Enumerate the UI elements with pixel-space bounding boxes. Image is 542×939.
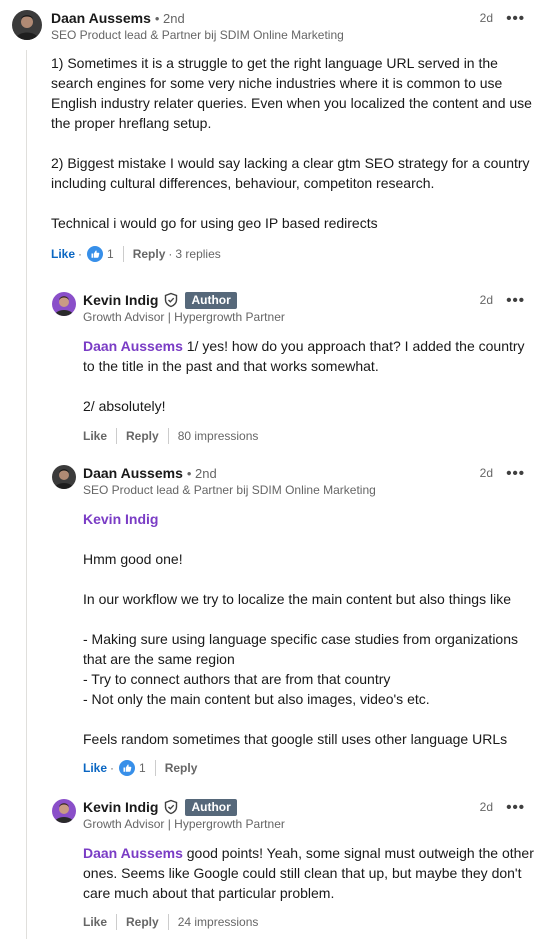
comment-actions: Like · 1 Reply · 3 replies bbox=[51, 244, 221, 264]
more-options-icon[interactable]: ••• bbox=[506, 10, 525, 27]
author-badge: Author bbox=[185, 798, 237, 816]
reply-button[interactable]: Reply bbox=[133, 247, 166, 261]
avatar[interactable] bbox=[52, 292, 76, 316]
comment-actions: Like Reply 24 impressions bbox=[83, 912, 258, 932]
reply-button[interactable]: Reply bbox=[126, 915, 159, 929]
comment-header: Kevin Indig Author Growth Advisor | Hype… bbox=[83, 290, 285, 325]
author-name[interactable]: Daan Aussems bbox=[83, 465, 183, 481]
timestamp: 2d bbox=[479, 466, 493, 480]
comment-actions: Like · 1 Reply bbox=[83, 758, 197, 778]
comment-text-body: Hmm good one! In our workflow we try to … bbox=[83, 551, 519, 747]
author-headline: Growth Advisor | Hypergrowth Partner bbox=[83, 817, 285, 831]
action-dot: · bbox=[110, 761, 115, 775]
like-button[interactable]: Like bbox=[83, 915, 107, 929]
reaction-count[interactable]: 1 bbox=[139, 761, 146, 775]
comment-text: Daan Aussems 1/ yes! how do you approach… bbox=[83, 336, 535, 416]
comment-text: Kevin Indig Hmm good one! In our workflow… bbox=[83, 509, 535, 749]
comment-header: Daan Aussems • 2nd SEO Product lead & Pa… bbox=[83, 463, 376, 498]
reply-button[interactable]: Reply bbox=[126, 429, 159, 443]
more-options-icon[interactable]: ••• bbox=[506, 292, 525, 309]
mention-link[interactable]: Daan Aussems bbox=[83, 338, 183, 354]
impressions-count: 24 impressions bbox=[177, 915, 259, 929]
author-badge: Author bbox=[185, 291, 237, 309]
thread-line bbox=[26, 50, 27, 939]
action-dot: · bbox=[168, 247, 173, 261]
connection-degree: • 2nd bbox=[154, 10, 185, 26]
like-button[interactable]: Like bbox=[83, 429, 107, 443]
timestamp: 2d bbox=[479, 800, 493, 814]
author-headline: Growth Advisor | Hypergrowth Partner bbox=[83, 310, 285, 324]
replies-count[interactable]: 3 replies bbox=[175, 247, 220, 261]
reply-button[interactable]: Reply bbox=[165, 761, 198, 775]
divider bbox=[116, 428, 118, 444]
mention-link[interactable]: Daan Aussems bbox=[83, 845, 183, 861]
divider bbox=[116, 914, 118, 930]
like-button[interactable]: Like bbox=[83, 761, 107, 775]
mention-link[interactable]: Kevin Indig bbox=[83, 509, 535, 529]
impressions-count: 80 impressions bbox=[177, 429, 259, 443]
timestamp: 2d bbox=[479, 11, 493, 25]
author-name[interactable]: Kevin Indig bbox=[83, 292, 158, 308]
reaction-count[interactable]: 1 bbox=[107, 247, 114, 261]
author-name[interactable]: Kevin Indig bbox=[83, 799, 158, 815]
connection-degree: • 2nd bbox=[186, 465, 217, 481]
divider bbox=[122, 246, 124, 262]
more-options-icon[interactable]: ••• bbox=[506, 799, 525, 816]
author-name[interactable]: Daan Aussems bbox=[51, 10, 151, 26]
comment-header: Daan Aussems • 2nd SEO Product lead & Pa… bbox=[51, 8, 344, 43]
verified-shield-icon bbox=[163, 292, 179, 308]
avatar[interactable] bbox=[52, 799, 76, 823]
divider bbox=[167, 428, 169, 444]
divider bbox=[154, 760, 156, 776]
author-headline: SEO Product lead & Partner bij SDIM Onli… bbox=[51, 28, 344, 42]
more-options-icon[interactable]: ••• bbox=[506, 465, 525, 482]
thumbs-up-reaction-icon[interactable] bbox=[87, 246, 104, 262]
comment-header: Kevin Indig Author Growth Advisor | Hype… bbox=[83, 797, 285, 832]
avatar[interactable] bbox=[52, 465, 76, 489]
comment-actions: Like Reply 80 impressions bbox=[83, 426, 258, 446]
divider bbox=[167, 914, 169, 930]
action-dot: · bbox=[78, 247, 83, 261]
thumbs-up-reaction-icon[interactable] bbox=[119, 760, 136, 776]
timestamp: 2d bbox=[479, 293, 493, 307]
comment-text: Daan Aussems good points! Yeah, some sig… bbox=[83, 843, 535, 903]
avatar[interactable] bbox=[12, 10, 42, 40]
like-button[interactable]: Like bbox=[51, 247, 75, 261]
comment-text: 1) Sometimes it is a struggle to get the… bbox=[51, 55, 532, 231]
author-headline: SEO Product lead & Partner bij SDIM Onli… bbox=[83, 483, 376, 497]
verified-shield-icon bbox=[163, 799, 179, 815]
